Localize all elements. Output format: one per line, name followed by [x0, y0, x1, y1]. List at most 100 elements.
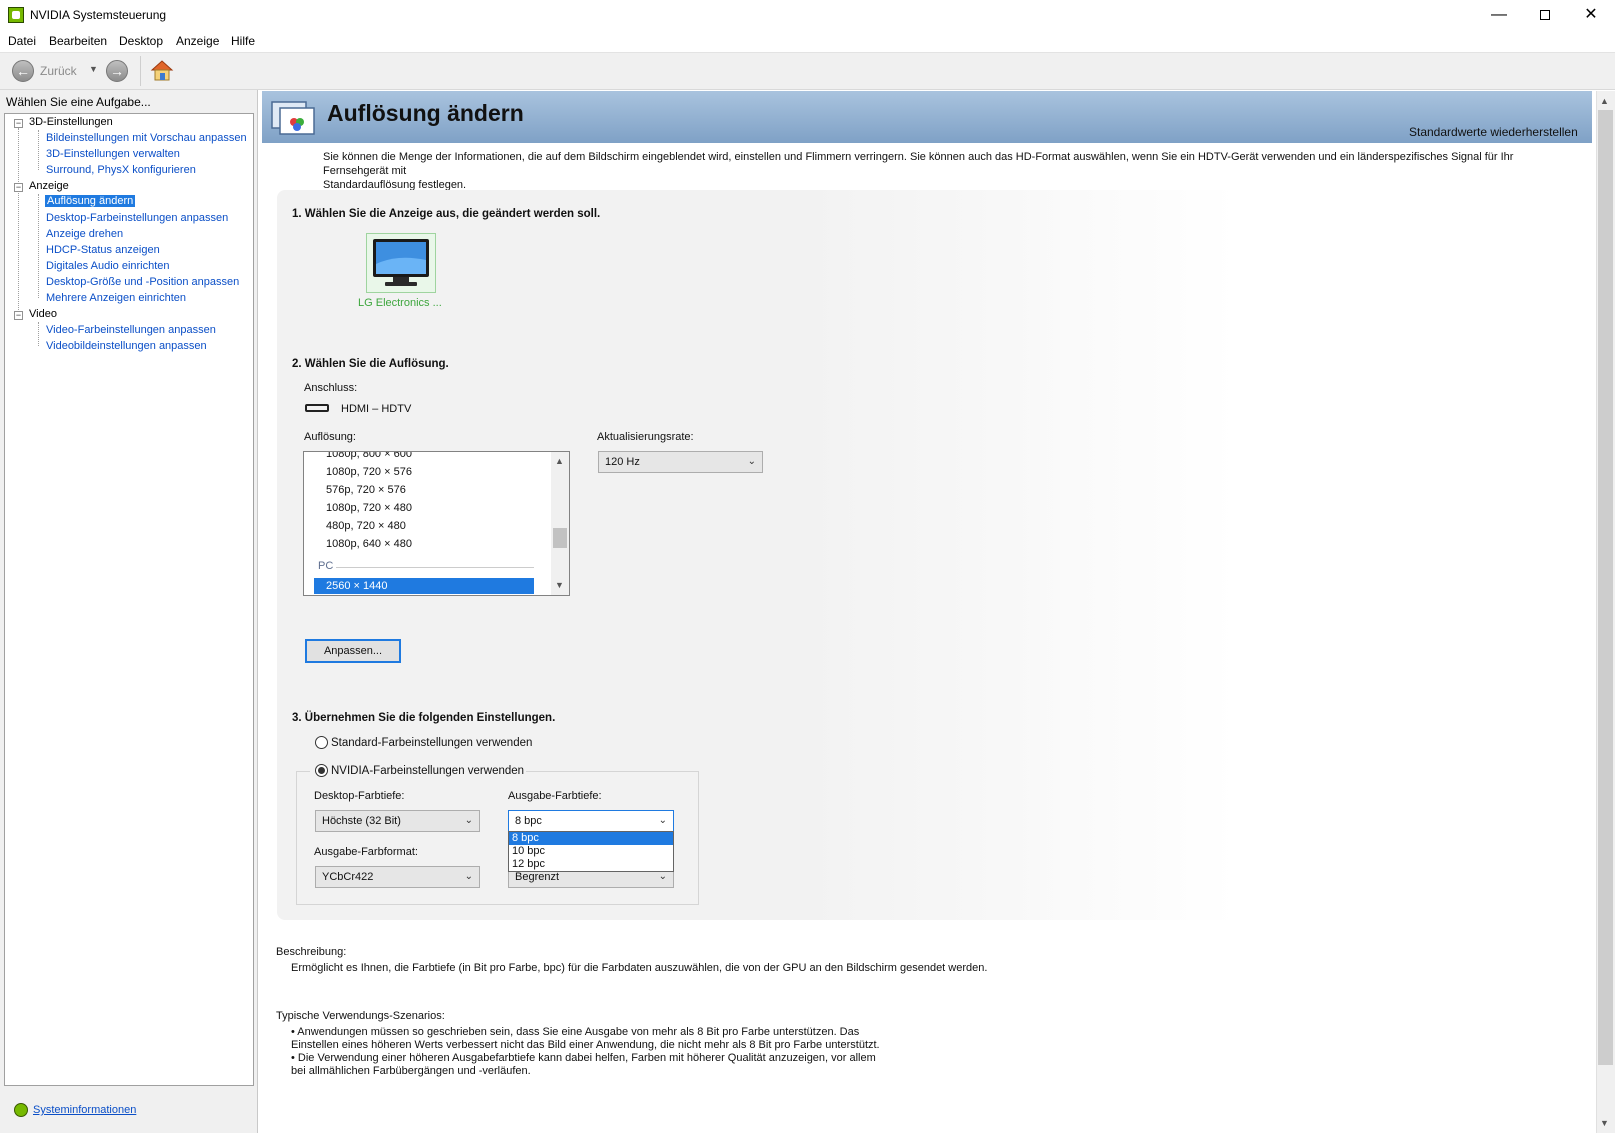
sidebar-item-hdcp-status[interactable]: HDCP-Status anzeigen: [46, 244, 160, 256]
sidebar-item-mehrere-anzeigen[interactable]: Mehrere Anzeigen einrichten: [46, 292, 186, 304]
resolution-list-thumb[interactable]: [553, 528, 567, 548]
history-dropdown-button[interactable]: ▼: [89, 64, 98, 74]
task-panel-header: Wählen Sie eine Aufgabe...: [6, 95, 151, 109]
home-button[interactable]: [150, 58, 174, 82]
display-tile[interactable]: [366, 233, 436, 293]
sidebar-item-video-farbeinstellungen[interactable]: Video-Farbeinstellungen anpassen: [46, 324, 216, 336]
tree-toggle-anzeige[interactable]: −: [14, 183, 23, 192]
output-depth-dropdown-list[interactable]: 8 bpc 10 bpc 12 bpc: [508, 831, 674, 872]
list-item[interactable]: 480p, 720 × 480: [326, 520, 406, 532]
title-bar: [0, 0, 1615, 30]
tree-guide-line: [18, 128, 19, 316]
tree-guide-line: [38, 322, 39, 346]
sidebar-item-surround-physx[interactable]: Surround, PhysX konfigurieren: [46, 164, 196, 176]
description-label: Beschreibung:: [276, 946, 347, 958]
radio-standard-label: Standard-Farbeinstellungen verwenden: [331, 737, 533, 749]
chevron-up-icon[interactable]: ▲: [555, 456, 564, 466]
sidebar-item-bildeinstellungen[interactable]: Bildeinstellungen mit Vorschau anpassen: [46, 132, 247, 144]
nvidia-app-icon: [8, 7, 24, 23]
connection-label: Anschluss:: [304, 382, 358, 394]
output-depth-label: Ausgabe-Farbtiefe:: [508, 790, 602, 802]
sidebar-item-desktop-groesse[interactable]: Desktop-Größe und -Position anpassen: [46, 276, 239, 288]
sidebar-item-videobildeinstellungen[interactable]: Videobildeinstellungen anpassen: [46, 340, 207, 352]
menu-bearbeiten[interactable]: Bearbeiten: [49, 34, 107, 48]
desktop-depth-select[interactable]: Höchste (32 Bit) ⌄: [315, 810, 480, 832]
dropdown-option-12bpc[interactable]: 12 bpc: [509, 858, 673, 871]
output-depth-select[interactable]: 8 bpc ⌄: [508, 810, 674, 832]
close-icon: ✕: [1584, 6, 1598, 23]
page-title: Auflösung ändern: [327, 100, 524, 126]
tree-toggle-video[interactable]: −: [14, 311, 23, 320]
tree-guide-line: [38, 194, 39, 298]
hdmi-icon: [305, 404, 329, 412]
minimize-icon: —: [1491, 6, 1507, 23]
refresh-rate-select[interactable]: 120 Hz ⌄: [598, 451, 763, 473]
system-info-icon: [14, 1103, 28, 1117]
menu-datei[interactable]: Datei: [8, 34, 36, 48]
tree-toggle-3d[interactable]: −: [14, 119, 23, 128]
sidebar-item-aufloesung-aendern[interactable]: Auflösung ändern: [45, 195, 136, 207]
monitor-icon: [373, 239, 429, 286]
radio-standard-colors[interactable]: [315, 736, 328, 749]
dropdown-option-10bpc[interactable]: 10 bpc: [509, 845, 673, 858]
forward-button[interactable]: →: [106, 60, 128, 82]
sidebar-item-desktop-farbeinstellungen[interactable]: Desktop-Farbeinstellungen anpassen: [46, 212, 228, 224]
back-button[interactable]: ←: [12, 60, 34, 82]
maximize-button[interactable]: [1522, 0, 1568, 30]
chevron-down-icon: ⌄: [464, 815, 473, 826]
list-item[interactable]: 1080p, 800 × 600: [326, 452, 412, 460]
menu-desktop[interactable]: Desktop: [119, 34, 163, 48]
list-item[interactable]: 576p, 720 × 576: [326, 484, 406, 496]
toolbar-separator: [140, 56, 141, 86]
tree-guide-line: [38, 130, 39, 170]
scenario-line-3: • Die Verwendung einer höheren Ausgabefa…: [291, 1052, 876, 1064]
selected-resolution[interactable]: 2560 × 1440: [314, 578, 534, 594]
refresh-rate-value: 120 Hz: [605, 456, 640, 468]
minimize-button[interactable]: —: [1476, 0, 1522, 30]
system-info-link[interactable]: Systeminformationen: [33, 1104, 136, 1116]
chevron-down-icon: ▼: [1600, 1118, 1609, 1128]
step1-heading: 1. Wählen Sie die Anzeige aus, die geänd…: [292, 208, 601, 220]
resolution-label: Auflösung:: [304, 431, 356, 443]
scroll-down-button[interactable]: ▼: [1600, 1118, 1609, 1128]
output-format-value: YCbCr422: [322, 871, 374, 883]
chevron-down-icon: ⌄: [658, 815, 667, 826]
sidebar-item-3d-einstellungen-verwalten[interactable]: 3D-Einstellungen verwalten: [46, 148, 180, 160]
minus-icon: −: [15, 182, 22, 192]
tree-category-video[interactable]: Video: [29, 308, 57, 320]
resolution-list-scrollbar[interactable]: [551, 452, 569, 595]
chevron-down-icon: ⌄: [464, 871, 473, 882]
resolution-list[interactable]: 1080p, 800 × 600 1080p, 720 × 576 576p, …: [303, 451, 570, 596]
output-format-select[interactable]: YCbCr422 ⌄: [315, 866, 480, 888]
scenarios-label: Typische Verwendungs-Szenarios:: [276, 1010, 445, 1022]
close-button[interactable]: ✕: [1568, 0, 1614, 30]
scroll-up-button[interactable]: ▲: [1600, 96, 1609, 106]
list-item[interactable]: 1080p, 720 × 576: [326, 466, 412, 478]
dropdown-option-8bpc[interactable]: 8 bpc: [509, 832, 673, 845]
output-depth-value: 8 bpc: [515, 815, 542, 827]
chevron-down-icon[interactable]: ▼: [555, 580, 564, 590]
maximize-icon: [1540, 9, 1550, 20]
window-title: NVIDIA Systemsteuerung: [30, 8, 167, 22]
scrollbar-thumb[interactable]: [1598, 110, 1613, 1065]
chevron-down-icon: ⌄: [747, 456, 756, 467]
tree-category-3d-einstellungen[interactable]: 3D-Einstellungen: [29, 116, 113, 128]
minus-icon: −: [15, 118, 22, 128]
sidebar-item-anzeige-drehen[interactable]: Anzeige drehen: [46, 228, 123, 240]
step3-heading: 3. Übernehmen Sie die folgenden Einstell…: [292, 712, 556, 724]
menu-hilfe[interactable]: Hilfe: [231, 34, 255, 48]
tree-category-anzeige[interactable]: Anzeige: [29, 180, 69, 192]
home-icon: [150, 60, 174, 81]
scenario-line-2: Einstellen eines höheren Werts verbesser…: [291, 1039, 880, 1051]
restore-defaults-link[interactable]: Standardwerte wiederherstellen: [1409, 125, 1578, 139]
caret-down-icon: ▼: [89, 64, 98, 74]
customize-button[interactable]: Anpassen...: [305, 639, 401, 663]
desktop-depth-value: Höchste (32 Bit): [322, 815, 401, 827]
list-item[interactable]: 1080p, 720 × 480: [326, 502, 412, 514]
menu-anzeige[interactable]: Anzeige: [176, 34, 219, 48]
radio-nvidia-colors[interactable]: [315, 764, 328, 777]
list-item[interactable]: 1080p, 640 × 480: [326, 538, 412, 550]
sidebar-item-digitales-audio[interactable]: Digitales Audio einrichten: [46, 260, 170, 272]
arrow-left-icon: ←: [16, 63, 30, 79]
description-text: Ermöglicht es Ihnen, die Farbtiefe (in B…: [291, 962, 988, 974]
